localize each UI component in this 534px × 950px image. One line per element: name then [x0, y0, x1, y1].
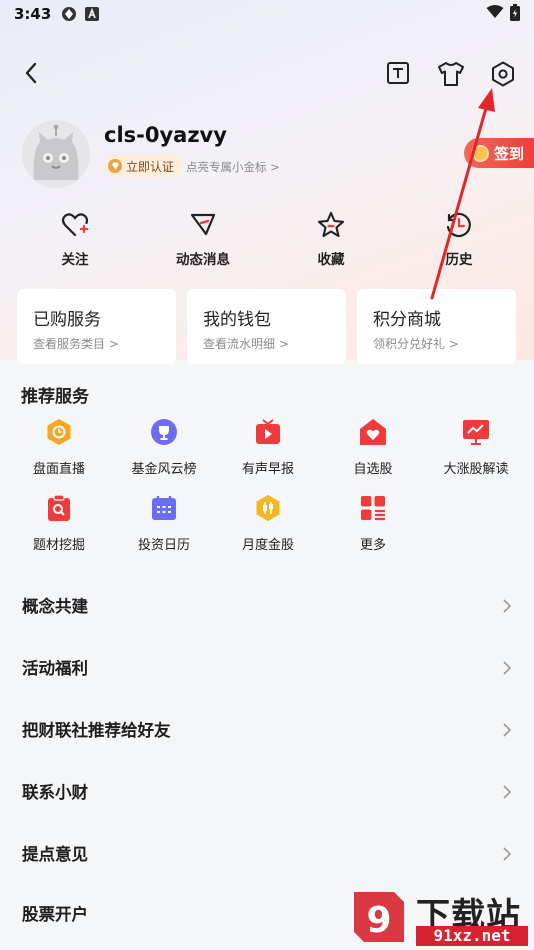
- card-title: 积分商城: [373, 310, 441, 330]
- certify-hint[interactable]: 点亮专属小金标 >: [186, 159, 280, 175]
- service-more[interactable]: 更多: [323, 494, 423, 553]
- live-hex-icon: [9, 418, 109, 446]
- card-title: 已购服务: [33, 310, 101, 330]
- menu-label: 提点意见: [22, 845, 88, 864]
- quick-action-label: 收藏: [317, 252, 345, 268]
- service-label: 题材挖掘: [32, 538, 85, 553]
- message-icon: [158, 210, 248, 240]
- card-wallet[interactable]: 我的钱包 查看流水明细 >: [187, 289, 346, 364]
- status-time: 3:43: [14, 5, 52, 23]
- service-label: 有声早报: [241, 462, 294, 477]
- coin-icon: [472, 144, 489, 162]
- quick-action-label: 历史: [445, 252, 473, 268]
- heart-plus-icon: [30, 210, 120, 240]
- card-subtitle: 查看服务类目 >: [33, 337, 119, 351]
- menu-concept-co-build[interactable]: 概念共建: [0, 574, 534, 636]
- quick-action-messages[interactable]: 动态消息: [158, 210, 248, 268]
- a-notification-icon: [85, 7, 100, 21]
- star-icon: [286, 210, 376, 240]
- service-investment-calendar[interactable]: 投资日历: [114, 494, 214, 553]
- tv-play-icon: [218, 418, 318, 446]
- card-points-mall[interactable]: 积分商城 领积分兑好礼 >: [357, 289, 516, 364]
- gold-stock-icon: [218, 494, 318, 522]
- svg-text:9: 9: [366, 900, 391, 941]
- service-label: 自选股: [353, 462, 393, 477]
- settings-hex-icon[interactable]: [491, 61, 515, 91]
- menu-activity-benefits[interactable]: 活动福利: [0, 636, 534, 698]
- service-live[interactable]: 盘面直播: [9, 418, 109, 477]
- card-title: 我的钱包: [203, 310, 271, 330]
- certify-label: 立即认证: [126, 159, 175, 174]
- top-nav: [0, 58, 534, 90]
- certify-badge[interactable]: 立即认证: [104, 155, 183, 177]
- service-watchlist[interactable]: 自选股: [323, 418, 423, 477]
- menu-feedback[interactable]: 提点意见: [0, 822, 534, 884]
- more-grid-icon: [323, 494, 423, 522]
- chevron-right-icon: [503, 722, 512, 741]
- menu-contact-support[interactable]: 联系小财: [0, 760, 534, 822]
- chevron-right-icon: [503, 846, 512, 865]
- battery-icon: [510, 3, 520, 25]
- service-surge-analysis[interactable]: 大涨股解读: [426, 418, 526, 477]
- menu-recommend-to-friends[interactable]: 把财联社推荐给好友: [0, 698, 534, 760]
- search-clipboard-icon: [9, 494, 109, 522]
- signin-label: 签到: [494, 144, 525, 163]
- menu-label: 股票开户: [22, 905, 88, 924]
- history-clock-icon: [414, 210, 504, 240]
- avatar[interactable]: [22, 120, 90, 188]
- menu-label: 联系小财: [22, 783, 88, 802]
- watermark-logo: 9: [350, 888, 408, 946]
- quick-action-history[interactable]: 历史: [414, 210, 504, 268]
- service-label: 月度金股: [241, 538, 294, 553]
- service-fund-ranking[interactable]: 基金风云榜: [114, 418, 214, 477]
- menu-label: 活动福利: [22, 659, 88, 678]
- service-label: 基金风云榜: [131, 462, 197, 477]
- chevron-right-icon: [503, 660, 512, 679]
- calendar-icon: [114, 494, 214, 522]
- heart-house-icon: [323, 418, 423, 446]
- trophy-icon: [114, 418, 214, 446]
- service-label: 更多: [359, 538, 386, 553]
- card-subtitle: 领积分兑好礼 >: [373, 337, 459, 351]
- wifi-icon: [486, 5, 504, 23]
- text-mode-icon[interactable]: [386, 61, 410, 89]
- username: cls-0yazvy: [104, 123, 227, 147]
- service-monthly-gold-stocks[interactable]: 月度金股: [218, 494, 318, 553]
- quick-action-follow[interactable]: 关注: [30, 210, 120, 268]
- quick-actions: 关注 动态消息 收藏 历史: [0, 210, 534, 270]
- app-notification-icon: [61, 6, 77, 22]
- quick-action-favorites[interactable]: 收藏: [286, 210, 376, 268]
- chevron-right-icon: [503, 784, 512, 803]
- card-subtitle: 查看流水明细 >: [203, 337, 289, 351]
- service-label: 大涨股解读: [443, 462, 509, 477]
- card-purchased-services[interactable]: 已购服务 查看服务类目 >: [17, 289, 176, 364]
- chart-board-icon: [426, 418, 526, 446]
- profile-header: cls-0yazvy 立即认证 点亮专属小金标 > 签到: [22, 118, 534, 190]
- tshirt-icon[interactable]: [437, 61, 465, 91]
- quick-action-label: 关注: [61, 252, 89, 268]
- service-theme-mining[interactable]: 题材挖掘: [9, 494, 109, 553]
- service-audio-news[interactable]: 有声早报: [218, 418, 318, 477]
- service-label: 投资日历: [137, 538, 190, 553]
- signin-button[interactable]: 签到: [464, 138, 534, 168]
- service-label: 盘面直播: [32, 462, 85, 477]
- menu-label: 把财联社推荐给好友: [22, 721, 171, 740]
- status-bar: 3:43: [0, 0, 534, 28]
- menu-label: 概念共建: [22, 597, 88, 616]
- chevron-right-icon: [503, 598, 512, 617]
- watermark-url: 91xz.net: [416, 926, 528, 946]
- recommended-title: 推荐服务: [21, 387, 89, 407]
- gold-diamond-icon: [108, 159, 122, 173]
- back-arrow-icon[interactable]: [24, 62, 38, 88]
- service-cards: 已购服务 查看服务类目 > 我的钱包 查看流水明细 > 积分商城 领积分兑好礼 …: [17, 289, 517, 364]
- watermark: 9 下载站 91xz.net: [350, 888, 530, 948]
- quick-action-label: 动态消息: [176, 252, 230, 268]
